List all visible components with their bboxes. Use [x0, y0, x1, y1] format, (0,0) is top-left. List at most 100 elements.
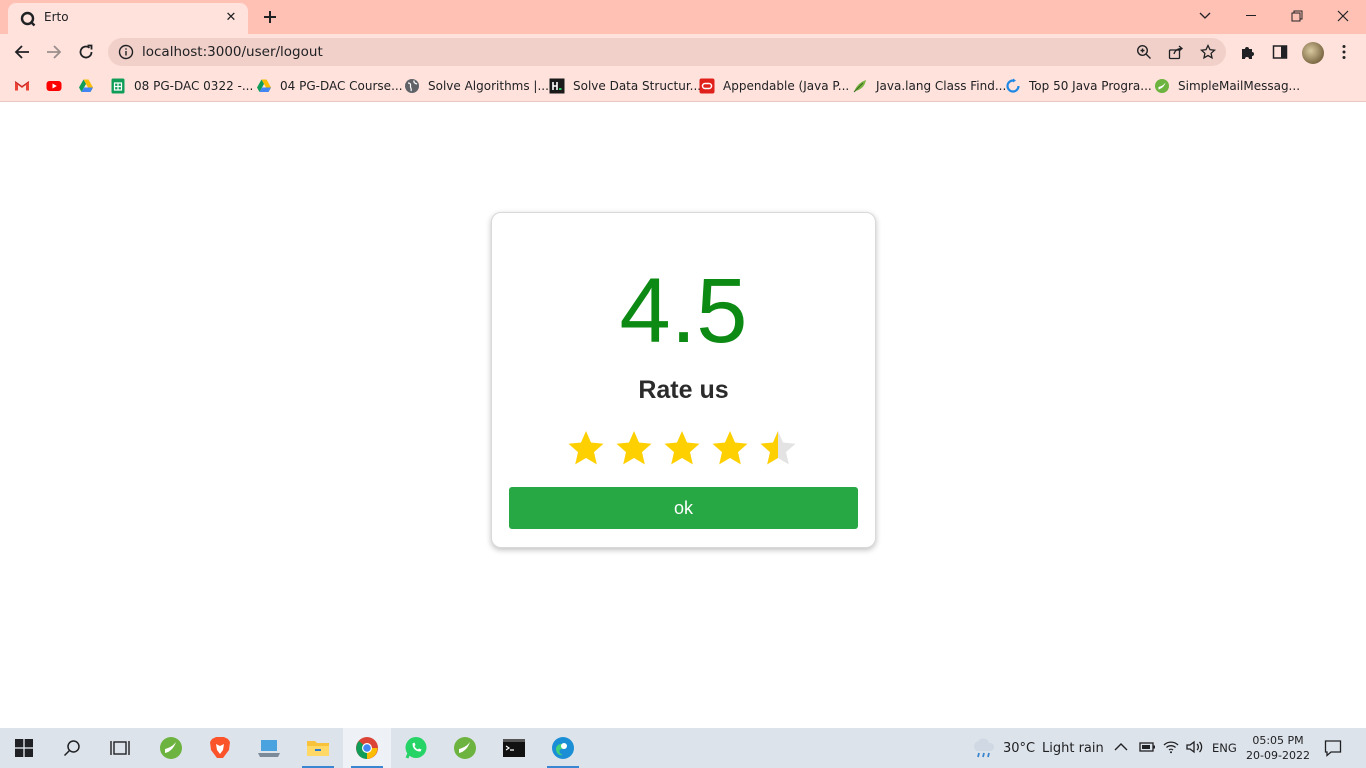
search-button[interactable] [48, 728, 96, 768]
tab-close-icon[interactable]: ✕ [222, 8, 240, 26]
battery-icon[interactable] [1138, 740, 1156, 754]
bookmark-item[interactable]: Solve Algorithms |... [404, 77, 549, 95]
language-indicator[interactable]: ENG [1212, 741, 1237, 755]
weather-rain-icon[interactable] [971, 738, 997, 760]
youtube-icon[interactable] [46, 78, 62, 94]
bookmark-item[interactable]: 04 PG-DAC Course... [256, 77, 403, 95]
site-info-icon[interactable] [118, 44, 134, 60]
bookmark-item[interactable]: Top 50 Java Progra... [1005, 77, 1152, 95]
star-icon[interactable] [566, 428, 606, 468]
profile-avatar[interactable] [1302, 42, 1324, 64]
plus-icon [264, 11, 276, 23]
refresh-logo-icon [1006, 78, 1020, 93]
side-panel-icon [1272, 45, 1288, 59]
close-icon [1337, 10, 1349, 22]
erto-logo-icon [20, 11, 36, 27]
minimize-icon [1246, 15, 1256, 16]
side-panel-button[interactable] [1270, 42, 1290, 62]
bookmark-label: Appendable (Java P... [723, 79, 850, 93]
task-view-button[interactable] [96, 728, 144, 768]
address-bar[interactable]: localhost:3000/user/logout [108, 38, 1226, 66]
taskbar-edge[interactable] [539, 728, 587, 768]
notification-icon[interactable] [1324, 739, 1342, 757]
half-star-icon[interactable] [758, 428, 798, 468]
globe-icon [405, 79, 419, 93]
forward-button[interactable] [40, 38, 68, 66]
weather-description[interactable]: Light rain [1042, 741, 1104, 756]
star-icon[interactable] [662, 428, 702, 468]
bookmark-item[interactable]: 08 PG-DAC 0322 -... [110, 77, 253, 95]
rating-card: 4.5 Rate us ok [491, 212, 876, 548]
restore-icon [1291, 10, 1303, 22]
tab-search-button[interactable] [1182, 4, 1228, 28]
new-tab-button[interactable] [258, 6, 282, 28]
leaf-icon [853, 80, 866, 93]
browser-toolbar: localhost:3000/user/logout [0, 34, 1366, 70]
bookmark-star-icon[interactable] [1200, 44, 1216, 60]
start-button[interactable] [0, 728, 48, 768]
windows-logo-icon [15, 739, 33, 757]
taskbar-chrome[interactable] [343, 728, 391, 768]
spring-tool-icon [160, 737, 182, 759]
restore-button[interactable] [1274, 4, 1320, 28]
browser-tab-strip: Erto ✕ [0, 0, 1366, 34]
gmail-icon[interactable] [14, 78, 30, 94]
search-icon [63, 740, 80, 757]
star-rating[interactable] [566, 428, 798, 472]
star-icon[interactable] [614, 428, 654, 468]
bookmark-item[interactable]: Java.lang Class Find... [852, 77, 1006, 95]
bookmark-item[interactable]: SimpleMailMessag... [1154, 77, 1300, 95]
taskbar-brave[interactable] [196, 728, 244, 768]
google-drive-icon [257, 79, 271, 92]
bookmark-label: Top 50 Java Progra... [1029, 79, 1152, 93]
whatsapp-icon [405, 737, 427, 759]
windows-taskbar [0, 728, 1366, 768]
oracle-icon [699, 78, 715, 94]
chrome-icon [356, 737, 378, 759]
zoom-icon[interactable] [1136, 44, 1152, 60]
tab-title: Erto [44, 10, 69, 24]
spring-icon [1155, 79, 1169, 93]
wifi-icon[interactable] [1163, 740, 1179, 754]
bookmark-item[interactable]: Solve Data Structur... [549, 77, 701, 95]
clock-time: 05:05 PM [1252, 734, 1304, 747]
google-drive-icon[interactable] [78, 78, 94, 94]
ok-button[interactable]: ok [509, 487, 858, 529]
close-window-button[interactable] [1320, 4, 1366, 28]
google-sheets-icon [111, 78, 125, 94]
terminal-icon [503, 739, 525, 757]
bookmark-label: Solve Algorithms |... [428, 79, 549, 93]
extensions-button[interactable] [1238, 42, 1258, 62]
rate-us-title: Rate us [638, 376, 729, 404]
chevron-down-icon [1199, 12, 1211, 19]
star-icon[interactable] [710, 428, 750, 468]
arrow-left-icon [14, 45, 29, 59]
system-clock[interactable]: 05:05 PM 20-09-2022 [1240, 733, 1316, 763]
bookmark-label: 04 PG-DAC Course... [280, 79, 403, 93]
taskbar-terminal[interactable] [490, 728, 538, 768]
url-text: localhost:3000/user/logout [142, 44, 323, 60]
taskbar-this-pc[interactable] [245, 728, 293, 768]
bookmarks-bar: 08 PG-DAC 0322 -... 04 PG-DAC Course... … [0, 70, 1366, 102]
edge-icon [552, 737, 574, 759]
minimize-button[interactable] [1228, 4, 1274, 28]
share-icon[interactable] [1168, 44, 1184, 60]
taskbar-spring-tool-2[interactable] [441, 728, 489, 768]
kebab-menu-icon [1342, 45, 1346, 59]
browser-tab-erto[interactable]: Erto ✕ [8, 3, 248, 34]
back-button[interactable] [8, 38, 36, 66]
rating-value: 4.5 [619, 260, 748, 362]
reload-button[interactable] [72, 38, 100, 66]
chrome-menu-button[interactable] [1334, 42, 1354, 62]
bookmark-item[interactable]: Appendable (Java P... [699, 77, 849, 95]
volume-icon[interactable] [1186, 740, 1204, 754]
weather-temperature[interactable]: 30°C [1003, 741, 1035, 756]
taskbar-file-explorer[interactable] [294, 728, 342, 768]
chevron-up-icon[interactable] [1114, 742, 1128, 752]
taskbar-whatsapp[interactable] [392, 728, 440, 768]
taskbar-spring-tool[interactable] [147, 728, 195, 768]
brave-icon [210, 737, 230, 758]
spring-tool-icon [454, 737, 476, 759]
arrow-right-icon [47, 45, 62, 59]
hackerrank-icon [549, 78, 565, 94]
